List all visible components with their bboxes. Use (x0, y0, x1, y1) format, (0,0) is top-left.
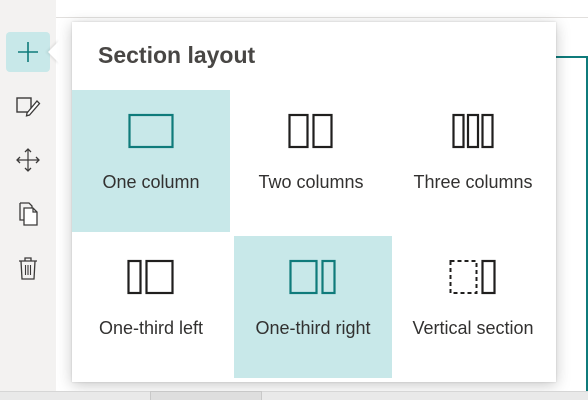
section-layout-flyout: Section layout One column Two columns Th… (72, 22, 556, 382)
one-third-left-icon (127, 259, 174, 295)
one-column-icon (128, 113, 174, 149)
move-section-button[interactable] (6, 140, 50, 180)
layout-option-label: Three columns (413, 172, 533, 192)
layout-option-label: Two columns (258, 172, 364, 192)
layout-option-three-columns[interactable]: Three columns (394, 90, 552, 232)
layout-option-vertical-section[interactable]: Vertical section (394, 236, 552, 378)
three-columns-icon (452, 113, 494, 149)
layout-option-label: One-third right (255, 318, 371, 338)
scrollbar-thumb[interactable] (150, 391, 262, 400)
delete-section-button[interactable] (6, 248, 50, 288)
edit-section-button[interactable] (6, 86, 50, 126)
layout-option-two-columns[interactable]: Two columns (232, 90, 390, 232)
edit-section-icon (16, 97, 41, 117)
layout-option-label: One-third left (98, 318, 204, 338)
layout-option-one-column[interactable]: One column (72, 90, 230, 232)
two-columns-icon (288, 113, 333, 149)
layout-option-label: Vertical section (412, 318, 534, 338)
duplicate-icon (19, 202, 38, 226)
one-third-right-icon (289, 259, 336, 295)
duplicate-section-button[interactable] (6, 194, 50, 234)
layout-option-label: One column (102, 172, 200, 192)
layout-option-one-third-right[interactable]: One-third right (234, 236, 392, 378)
delete-icon (19, 257, 37, 280)
vertical-section-icon (449, 259, 496, 295)
add-section-button[interactable] (6, 32, 50, 72)
horizontal-scrollbar[interactable] (0, 391, 588, 400)
layout-option-one-third-left[interactable]: One-third left (72, 236, 230, 378)
add-icon (18, 42, 38, 62)
canvas-divider (56, 17, 588, 18)
move-icon (16, 148, 40, 172)
flyout-title: Section layout (98, 42, 256, 68)
flyout-beak (48, 40, 60, 64)
